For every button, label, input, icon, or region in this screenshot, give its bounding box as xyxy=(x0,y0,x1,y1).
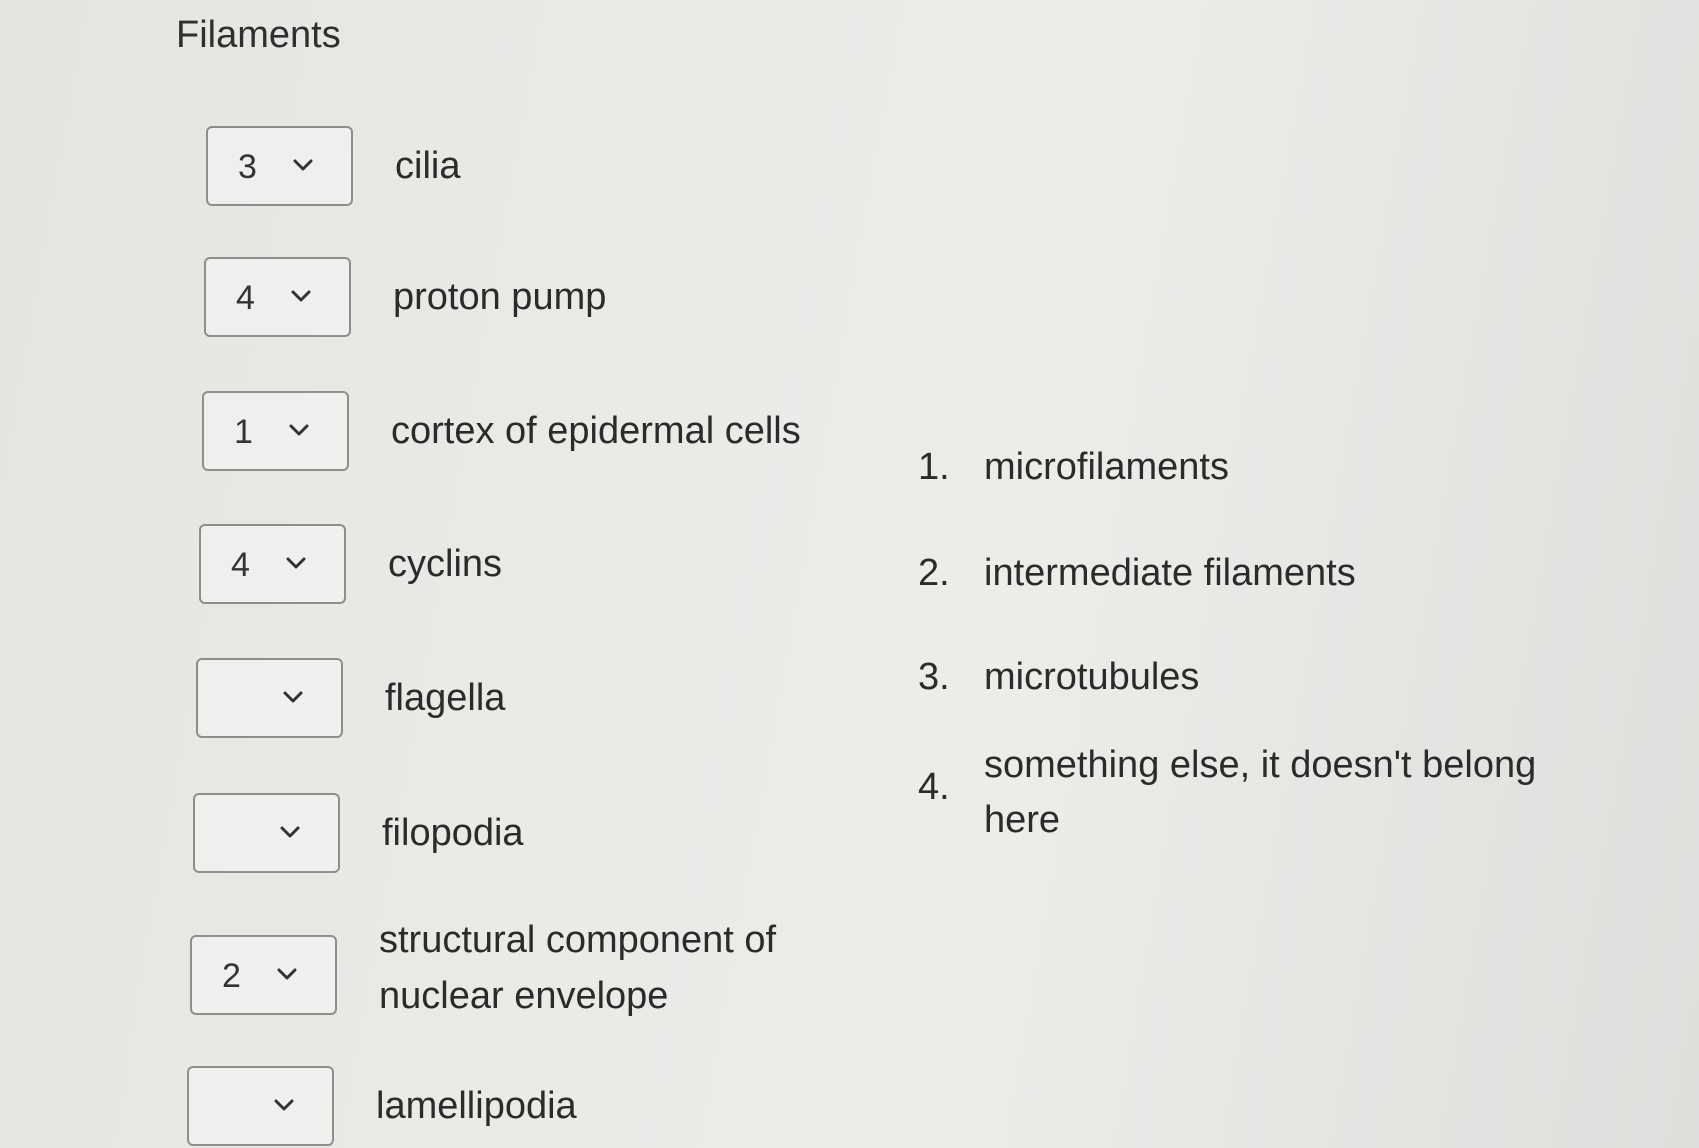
item-label: lamellipodia xyxy=(376,1085,577,1127)
chevron-down-icon xyxy=(291,290,311,302)
chevron-down-icon xyxy=(274,1099,294,1111)
chevron-down-icon xyxy=(277,968,297,980)
match-row: flagella xyxy=(196,658,505,738)
match-row: 1 cortex of epidermal cells xyxy=(202,391,801,471)
answer-select[interactable]: 4 xyxy=(199,524,346,604)
option-number: 3. xyxy=(918,656,950,698)
item-label: flagella xyxy=(385,677,506,719)
item-label: cilia xyxy=(395,145,461,187)
answer-select[interactable] xyxy=(187,1066,334,1146)
select-value: 4 xyxy=(236,279,255,317)
item-label: cortex of epidermal cells xyxy=(391,410,801,452)
match-row: 4 cyclins xyxy=(199,524,502,604)
match-row: 3 cilia xyxy=(206,126,460,206)
chevron-down-icon xyxy=(286,557,306,569)
select-value: 2 xyxy=(222,957,241,995)
option-text: something else, it doesn't belong here xyxy=(984,744,1537,841)
option-text: microfilaments xyxy=(984,446,1229,488)
select-value: 4 xyxy=(231,546,250,584)
answer-select[interactable] xyxy=(193,793,340,873)
answer-select[interactable]: 4 xyxy=(204,257,351,337)
answer-select[interactable]: 2 xyxy=(190,935,337,1015)
chevron-down-icon xyxy=(293,159,313,171)
match-row: filopodia xyxy=(193,793,524,873)
select-value: 1 xyxy=(234,413,253,451)
item-label: filopodia xyxy=(382,812,524,854)
option-item: 4. something else, it doesn't belong her… xyxy=(918,738,1574,848)
match-row: lamellipodia xyxy=(187,1066,577,1146)
page-title: Filaments xyxy=(176,14,341,56)
option-item: 2. intermediate filaments xyxy=(918,546,1584,601)
item-label: structural component of nuclear envelope xyxy=(379,919,777,1017)
select-value: 3 xyxy=(238,148,257,186)
option-item: 3. microtubules xyxy=(918,650,1584,705)
answer-select[interactable] xyxy=(196,658,343,738)
option-number: 4. xyxy=(918,766,950,808)
match-row: 4 proton pump xyxy=(204,257,606,337)
answer-select[interactable]: 3 xyxy=(206,126,353,206)
answer-select[interactable]: 1 xyxy=(202,391,349,471)
option-text: intermediate filaments xyxy=(984,552,1356,594)
option-number: 1. xyxy=(918,446,950,488)
item-label: proton pump xyxy=(393,276,607,318)
option-text: microtubules xyxy=(984,656,1200,698)
match-row: 2 structural component of nuclear envelo… xyxy=(190,912,809,1024)
chevron-down-icon xyxy=(280,826,300,838)
option-item: 1. microfilaments xyxy=(918,440,1584,495)
option-number: 2. xyxy=(918,552,950,594)
chevron-down-icon xyxy=(289,424,309,436)
item-label: cyclins xyxy=(388,543,503,585)
chevron-down-icon xyxy=(283,691,303,703)
